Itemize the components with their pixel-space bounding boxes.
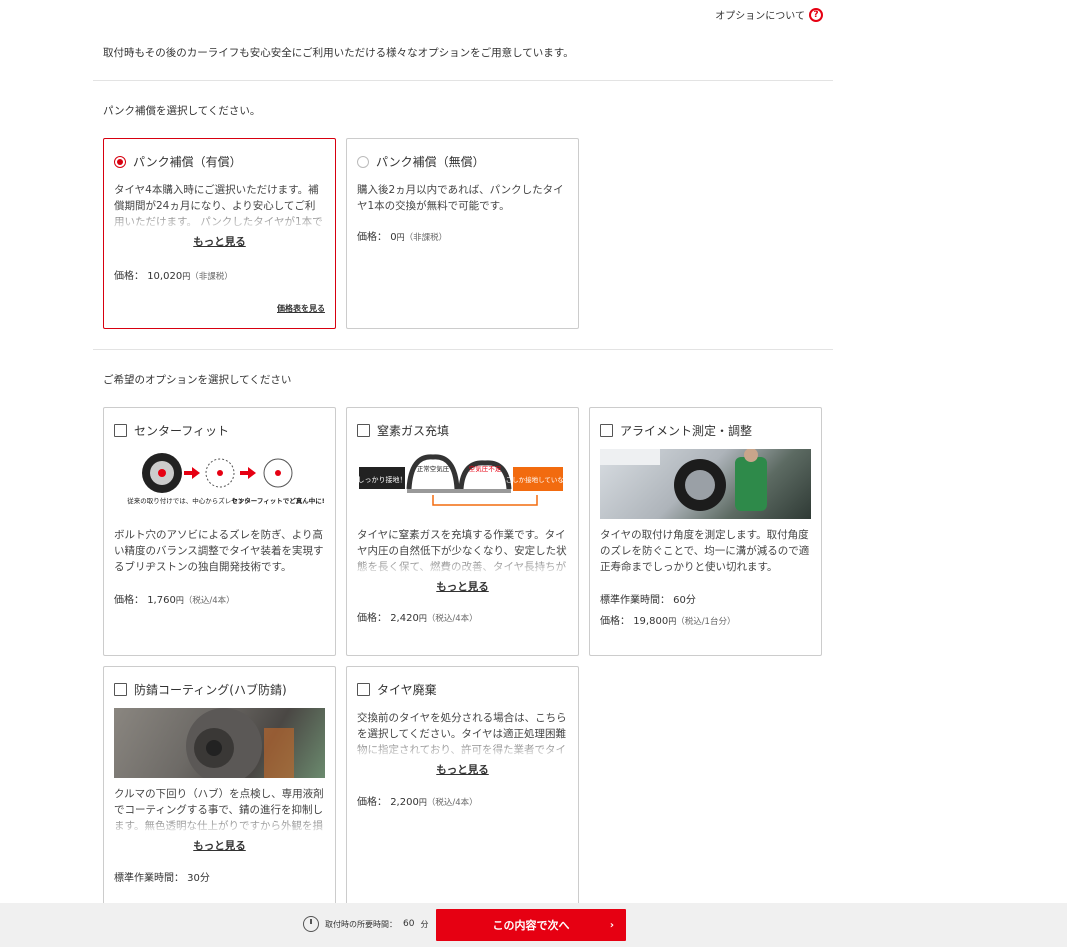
price-label: 価格： bbox=[600, 616, 630, 627]
option-card-center-fit[interactable]: センターフィット 従来の取り付けでは、中心からズレやすい センターフィットでど真… bbox=[103, 407, 336, 656]
card-description: クルマの下回り（ハブ）を点検し、専用液剤でコーティングする事で、錆の進行を抑制し… bbox=[104, 786, 335, 836]
illustration-caption-1: しっかり接地！ bbox=[358, 475, 407, 484]
radio-puncture-free[interactable] bbox=[357, 155, 369, 168]
price-yen: 円 bbox=[396, 233, 405, 242]
work-time: 標準作業時間： 30分 bbox=[114, 873, 210, 884]
card-title: アライメント測定・調整 bbox=[620, 424, 753, 438]
option-card-rust-coating[interactable]: 防錆コーティング(ハブ防錆) クルマの下回り（ハブ）を点検し、専用液剤でコーティ… bbox=[103, 666, 336, 916]
illustration-caption-2: 正常空気圧 bbox=[417, 464, 450, 473]
checkbox-tire-disposal[interactable] bbox=[357, 683, 370, 696]
card-price: 価格： 1,760円（税込/4本） bbox=[104, 591, 335, 606]
price-label: 価格： bbox=[114, 595, 144, 606]
install-time: 取付時の所要時間： 60 分 bbox=[303, 916, 428, 932]
install-time-value: 60 bbox=[403, 919, 415, 929]
price-tax-note: （非課税） bbox=[190, 272, 233, 282]
install-time-label: 取付時の所要時間： bbox=[325, 919, 397, 929]
card-title: 防錆コーティング(ハブ防錆) bbox=[134, 683, 287, 697]
price-tax-note: （非課税） bbox=[404, 233, 448, 243]
price-tax-note: （税込/4本） bbox=[426, 614, 478, 624]
option-card-tire-disposal[interactable]: タイヤ廃棄 交換前のタイヤを処分される場合は、こちらを選択してください。タイヤは… bbox=[346, 666, 579, 916]
card-price: 価格： 19,800円（税込/1台分） bbox=[590, 612, 821, 627]
work-time: 標準作業時間： 60分 bbox=[600, 595, 696, 606]
next-button-label: この内容で次へ bbox=[492, 919, 570, 932]
card-price: 価格： 2,200円（税込/4本） bbox=[347, 793, 578, 808]
see-more-link[interactable]: もっと見る bbox=[347, 762, 578, 777]
price-value: 10,020 bbox=[147, 271, 183, 282]
price-label: 価格： bbox=[357, 232, 387, 243]
price-table-link[interactable]: 価格表を見る bbox=[277, 303, 325, 314]
price-value: 19,800 bbox=[633, 616, 669, 627]
illustration-caption-4: ここしか接地していない！ bbox=[499, 475, 568, 484]
divider bbox=[93, 349, 833, 350]
card-title: タイヤ廃棄 bbox=[377, 683, 437, 697]
price-yen: 円 bbox=[175, 596, 184, 605]
see-more-link[interactable]: もっと見る bbox=[104, 234, 335, 249]
center-fit-diagram-icon: 従来の取り付けでは、中心からズレやすい センターフィットでど真ん中に! bbox=[127, 453, 325, 505]
price-value: 1,760 bbox=[147, 595, 176, 606]
help-icon: ? bbox=[809, 7, 823, 22]
card-description: タイヤの取付け角度を測定します。取付角度のズレを防ぐことで、均一に溝が減るので適… bbox=[600, 529, 810, 573]
price-yen: 円 bbox=[418, 614, 427, 623]
stopwatch-icon bbox=[303, 916, 319, 932]
about-options-label: オプションについて bbox=[715, 11, 805, 22]
bottom-action-bar: 取付時の所要時間： 60 分 この内容で次へ › bbox=[0, 903, 1067, 947]
see-more-link[interactable]: もっと見る bbox=[104, 838, 335, 853]
option-card-alignment[interactable]: アライメント測定・調整 タイヤの取付け角度を測定します。取付角度のズレを防ぐこと… bbox=[589, 407, 822, 656]
card-description: 交換前のタイヤを処分される場合は、こちらを選択してください。タイヤは適正処理困難… bbox=[347, 710, 578, 760]
radio-puncture-paid[interactable] bbox=[114, 155, 126, 168]
puncture-paid-card[interactable]: パンク補償（有償） タイヤ4本購入時にご選択いただけます。補償期間が24ヵ月にな… bbox=[103, 138, 336, 329]
card-description: タイヤに窒素ガスを充填する作業です。タイヤ内圧の自然低下が少なくなり、安定した状… bbox=[347, 527, 578, 577]
nitrogen-illustration: しっかり接地！ 正常空気圧 空気圧不足 ここしか接地していない！ bbox=[357, 449, 568, 519]
card-title: 窒素ガス充填 bbox=[377, 424, 450, 438]
checkbox-center-fit[interactable] bbox=[114, 424, 127, 437]
illustration-caption-3: 空気圧不足 bbox=[469, 464, 502, 473]
card-price: 価格： 2,420円（税込/4本） bbox=[347, 609, 578, 624]
checkbox-nitrogen[interactable] bbox=[357, 424, 370, 437]
illustration-caption-2: センターフィットでど真ん中に! bbox=[231, 496, 324, 505]
card-price: 価格： 0円（非課税） bbox=[347, 228, 578, 243]
option-card-nitrogen[interactable]: 窒素ガス充填 しっかり接地！ 正常空気圧 空気圧不足 ここしか接地していない！ … bbox=[346, 407, 579, 656]
next-button[interactable]: この内容で次へ › bbox=[436, 909, 626, 941]
divider bbox=[93, 80, 833, 81]
tire-pressure-diagram-icon: しっかり接地！ 正常空気圧 空気圧不足 ここしか接地していない！ bbox=[358, 454, 568, 506]
price-label: 価格： bbox=[114, 271, 144, 282]
alignment-photo bbox=[600, 449, 811, 519]
price-tax-note: （税込/4本） bbox=[426, 798, 478, 808]
price-label: 価格： bbox=[357, 797, 387, 808]
card-title: パンク補償（無償） bbox=[376, 155, 485, 169]
center-fit-illustration: 従来の取り付けでは、中心からズレやすい センターフィットでど真ん中に! bbox=[114, 449, 325, 519]
price-yen: 円 bbox=[418, 798, 427, 807]
puncture-section-label: パンク補償を選択してください。 bbox=[103, 105, 261, 117]
alignment-photo-icon bbox=[600, 449, 767, 511]
price-yen: 円 bbox=[182, 272, 191, 281]
price-tax-note: （税込/1台分） bbox=[676, 617, 736, 627]
card-description: ボルト穴のアソビによるズレを防ぎ、より高い精度のバランス調整でタイヤ装着を実現す… bbox=[114, 529, 324, 573]
card-title: パンク補償（有償） bbox=[133, 155, 242, 169]
puncture-free-card[interactable]: パンク補償（無償） 購入後2ヵ月以内であれば、パンクしたタイヤ1本の交換が無料で… bbox=[346, 138, 579, 329]
price-yen: 円 bbox=[668, 617, 677, 626]
card-description: タイヤ4本購入時にご選択いただけます。補償期間が24ヵ月になり、より安心してご利… bbox=[104, 182, 335, 232]
options-section-label: ご希望のオプションを選択してください bbox=[103, 374, 292, 386]
card-description: 購入後2ヵ月以内であれば、パンクしたタイヤ1本の交換が無料で可能です。 bbox=[357, 184, 564, 212]
price-value: 2,200 bbox=[390, 797, 419, 808]
hub-photo-icon bbox=[186, 708, 294, 778]
about-options-link[interactable]: オプションについて ? bbox=[715, 7, 823, 22]
install-time-unit: 分 bbox=[420, 919, 429, 929]
checkbox-rust-coating[interactable] bbox=[114, 683, 127, 696]
see-more-link[interactable]: もっと見る bbox=[347, 579, 578, 594]
price-value: 2,420 bbox=[390, 613, 419, 624]
card-title: センターフィット bbox=[134, 424, 230, 438]
checkbox-alignment[interactable] bbox=[600, 424, 613, 437]
rust-coating-photo bbox=[114, 708, 325, 778]
price-label: 価格： bbox=[357, 613, 387, 624]
intro-text: 取付時もその後のカーライフも安心安全にご利用いただける様々なオプションをご用意し… bbox=[103, 47, 574, 59]
chevron-right-icon: › bbox=[609, 919, 614, 931]
card-price: 価格： 10,020円（非課税） bbox=[104, 267, 335, 282]
price-tax-note: （税込/4本） bbox=[183, 596, 235, 606]
